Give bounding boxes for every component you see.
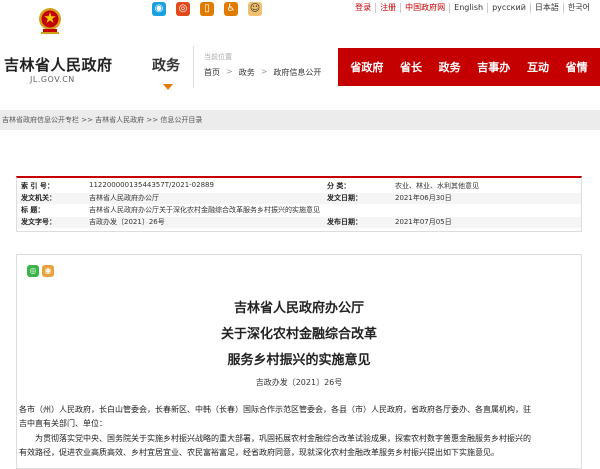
publish-date-value: 2021年07月05日 <box>395 218 452 226</box>
korean-link[interactable]: 한국어 <box>562 3 594 13</box>
location-separator: > <box>260 67 268 76</box>
location-info-disclosure-link[interactable]: 政府信息公开 <box>273 67 321 78</box>
info-row: 索 引 号： 11220000013544357T/2021-02889 分 类… <box>17 181 581 192</box>
nav-item-province-info[interactable]: 省情 <box>566 59 588 75</box>
divider <box>193 46 194 88</box>
category-label: 分 类： <box>327 182 351 190</box>
info-row: 标 题： 吉林省人民政府办公厅关于深化农村金融综合改革服务乡村振兴的实施意见 <box>17 205 581 216</box>
doc-paragraph-1-line-2: 吉中直有关部门、单位： <box>19 419 107 428</box>
date-label: 发文日期： <box>327 194 362 202</box>
doc-title-line-3: 服务乡村振兴的实施意见 <box>227 353 371 368</box>
russian-link[interactable]: русский <box>487 3 530 13</box>
register-link[interactable]: 注册 <box>375 3 400 13</box>
document-info-table: 索 引 号： 11220000013544357T/2021-02889 分 类… <box>16 176 582 232</box>
location-path: 首页 > 政务 > 政府信息公开 <box>204 67 321 78</box>
breadcrumb[interactable]: 吉林省政府信息公开专栏 >> 吉林省人民政府 >> 信息公开目录 <box>0 110 600 130</box>
title-value: 吉林省人民政府办公厅关于深化农村金融综合改革服务乡村振兴的实施意见 <box>89 206 320 214</box>
publish-date-label: 发布日期： <box>327 218 362 226</box>
japanese-link[interactable]: 日本語 <box>529 3 563 13</box>
site-domain: JL.GOV.CN <box>30 75 75 84</box>
category-value: 农业、林业、水利其他意见 <box>395 182 479 190</box>
document-content: ◎ ◉ 吉林省人民政府办公厅 关于深化农村金融综合改革 服务乡村振兴的实施意见 … <box>16 254 582 469</box>
date-value: 2021年06月30日 <box>395 194 452 202</box>
location-label: 当前位置 <box>204 53 232 61</box>
main-nav: 省政府 省长 政务 吉事办 互动 省情 <box>338 48 600 86</box>
share-buttons: ◎ ◉ <box>27 265 54 277</box>
title-label: 标 题： <box>21 206 45 214</box>
info-row: 发文字号： 吉政办发〔2021〕26号 发布日期： 2021年07月05日 <box>17 217 581 228</box>
login-link[interactable]: 登录 <box>351 3 375 13</box>
accessibility-icon[interactable]: ♿ <box>224 2 238 16</box>
docno-label: 发文字号： <box>21 218 56 226</box>
site-name[interactable]: 吉林省人民政府 <box>4 54 113 75</box>
nav-item-gov-affairs[interactable]: 政务 <box>439 59 461 75</box>
location-separator: > <box>226 67 233 76</box>
location-gov-affairs-link[interactable]: 政务 <box>239 67 255 78</box>
weibo-share-icon[interactable]: ◉ <box>42 265 54 277</box>
mascot-icon[interactable]: ☺ <box>248 2 262 16</box>
section-arrow-icon <box>163 84 173 90</box>
doc-paragraph-2-line-1: 为贯彻落实党中央、国务院关于实施乡村振兴战略的重大部署，巩固拓展农村金融综合改革… <box>35 434 531 443</box>
section-label: 政务 <box>152 58 180 74</box>
docno-value: 吉政办发〔2021〕26号 <box>89 218 165 226</box>
nav-item-jishiban[interactable]: 吉事办 <box>477 59 510 75</box>
doc-title-line-1: 吉林省人民政府办公厅 <box>233 301 364 316</box>
info-row: 发文机关： 吉林省人民政府办公厅 发文日期： 2021年06月30日 <box>17 193 581 204</box>
english-link[interactable]: English <box>449 3 487 13</box>
mobile-icon[interactable]: ▯ <box>200 2 214 16</box>
wechat-share-icon[interactable]: ◎ <box>27 265 39 277</box>
nav-item-interaction[interactable]: 互动 <box>527 59 549 75</box>
top-links: 登录 注册 中国政府网 English русский 日本語 한국어 <box>351 3 594 13</box>
weibo-alt-icon[interactable]: ◎ <box>176 2 190 16</box>
top-bar: ◉ ◎ ▯ ♿ ☺ 登录 注册 中国政府网 English русский 日本… <box>0 0 600 18</box>
nav-item-provincial-gov[interactable]: 省政府 <box>350 59 383 75</box>
index-label: 索 引 号： <box>21 182 54 190</box>
weibo-icon[interactable]: ◉ <box>152 2 166 16</box>
nav-item-governor[interactable]: 省长 <box>400 59 422 75</box>
doc-number: 吉政办发〔2021〕26号 <box>255 378 343 387</box>
issuer-label: 发文机关： <box>21 194 56 202</box>
doc-paragraph-2-line-2: 有效路径，促进农业高质高效、乡村宜居宜业、农民富裕富足，经省政府同意，现就深化农… <box>19 448 499 457</box>
index-value: 11220000013544357T/2021-02889 <box>89 181 214 189</box>
issuer-value: 吉林省人民政府办公厅 <box>89 194 159 202</box>
doc-title-line-2: 关于深化农村金融综合改革 <box>220 327 377 342</box>
location-home-link[interactable]: 首页 <box>204 67 220 78</box>
china-gov-link[interactable]: 中国政府网 <box>400 3 449 13</box>
national-emblem-icon <box>39 8 61 34</box>
top-icon-group: ◉ ◎ ▯ ♿ ☺ <box>152 2 262 16</box>
doc-paragraph-1-line-1: 各市（州）人民政府，长白山管委会，长春新区、中韩（长春）国际合作示范区管委会，各… <box>19 405 531 414</box>
